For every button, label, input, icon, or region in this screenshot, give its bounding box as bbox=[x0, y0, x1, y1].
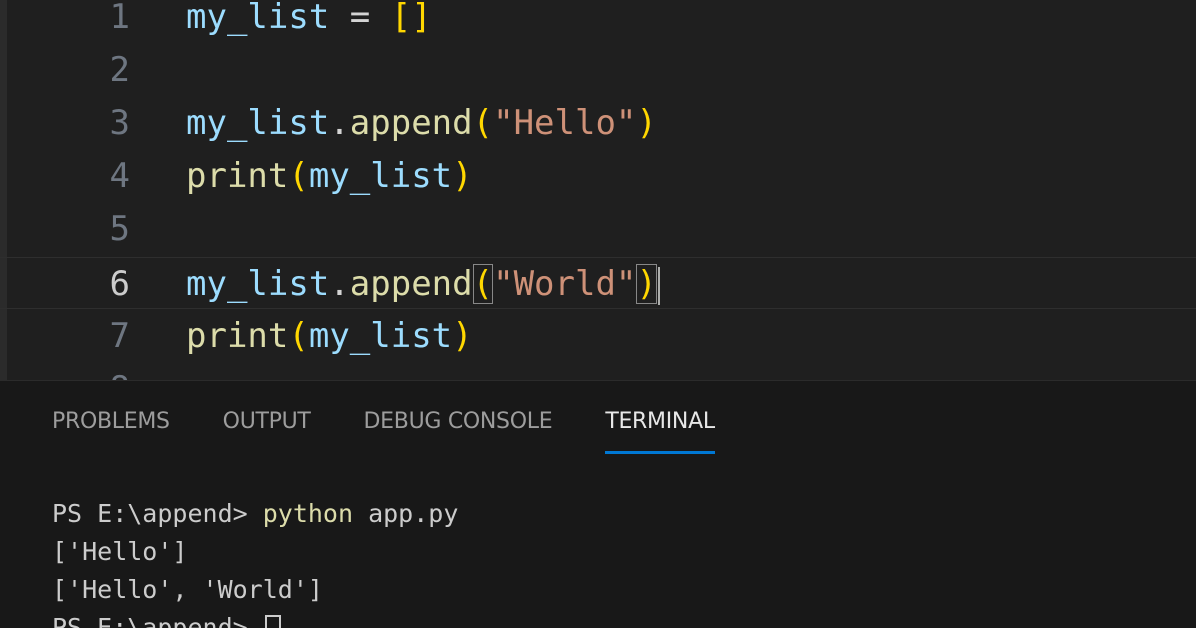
code-line[interactable]: 8 bbox=[0, 363, 1196, 380]
terminal-output-line: ['Hello'] bbox=[52, 537, 188, 566]
code-token: . bbox=[329, 264, 350, 304]
terminal-command-line: PS E:\append> python app.py bbox=[52, 495, 458, 533]
terminal-cursor bbox=[264, 615, 281, 628]
line-number: 1 bbox=[109, 0, 130, 37]
code-token: "Hello" bbox=[493, 103, 637, 143]
code-token: ) bbox=[636, 103, 657, 143]
code-text: print(my_list) bbox=[186, 310, 473, 362]
code-token: ( bbox=[472, 103, 494, 143]
code-token: print bbox=[186, 316, 289, 356]
code-line[interactable]: 6 my_list.append("World") bbox=[0, 257, 1196, 309]
code-token: append bbox=[349, 103, 473, 143]
code-token: my_list bbox=[186, 103, 330, 143]
code-line[interactable]: 7 print(my_list) bbox=[0, 310, 1196, 362]
code-token: ( bbox=[288, 316, 309, 356]
code-token: ) bbox=[452, 156, 473, 196]
code-line[interactable]: 5 bbox=[0, 203, 1196, 255]
text-cursor bbox=[657, 266, 660, 305]
terminal-prompt-line: PS E:\append> bbox=[52, 609, 458, 628]
code-token: my_list bbox=[186, 264, 330, 304]
code-token: . bbox=[329, 103, 350, 143]
code-token: ) bbox=[636, 264, 657, 304]
code-line[interactable]: 3 my_list.append("Hello") bbox=[0, 97, 1196, 149]
code-token: ) bbox=[452, 316, 473, 356]
line-number: 7 bbox=[109, 316, 130, 356]
terminal-output-line: ['Hello', 'World'] bbox=[52, 575, 323, 604]
code-token: "World" bbox=[493, 264, 637, 304]
terminal-output[interactable]: PS E:\append> python app.py ['Hello'] ['He… bbox=[52, 495, 458, 628]
terminal-prompt: PS E:\append> bbox=[52, 613, 263, 628]
code-token: print bbox=[186, 156, 289, 196]
line-number: 6 bbox=[109, 264, 130, 304]
line-number: 4 bbox=[109, 156, 130, 196]
code-line[interactable]: 4 print(my_list) bbox=[0, 150, 1196, 202]
line-number: 8 bbox=[60, 363, 130, 380]
code-text: my_list.append("Hello") bbox=[186, 97, 657, 149]
tab-output[interactable]: OUTPUT bbox=[223, 405, 311, 451]
code-token: my_list bbox=[308, 316, 453, 356]
code-line[interactable]: 1 my_list = [] bbox=[0, 0, 1196, 43]
code-token: append bbox=[349, 264, 473, 304]
tab-problems[interactable]: PROBLEMS bbox=[52, 405, 170, 451]
line-number: 3 bbox=[109, 103, 130, 143]
code-token: ( bbox=[472, 264, 494, 304]
line-number: 2 bbox=[109, 50, 130, 90]
code-editor[interactable]: 1 my_list = [] 2 3 my_list.append("Hello") 4 p… bbox=[0, 0, 1196, 380]
code-text: my_list = [] bbox=[186, 0, 432, 43]
code-line[interactable]: 2 bbox=[0, 44, 1196, 96]
bottom-panel: PROBLEMS OUTPUT DEBUG CONSOLE TERMINAL P… bbox=[0, 380, 1196, 628]
code-text: print(my_list) bbox=[186, 150, 473, 202]
terminal-prompt: PS E:\append> bbox=[52, 499, 263, 528]
terminal-command: python bbox=[262, 499, 354, 528]
code-token: ( bbox=[288, 156, 309, 196]
code-token: = bbox=[329, 0, 391, 37]
terminal-command-args: app.py bbox=[353, 499, 459, 528]
line-number: 5 bbox=[109, 209, 130, 249]
panel-tabs: PROBLEMS OUTPUT DEBUG CONSOLE TERMINAL bbox=[52, 405, 715, 454]
tab-debug-console[interactable]: DEBUG CONSOLE bbox=[364, 405, 553, 451]
tab-terminal[interactable]: TERMINAL bbox=[605, 405, 715, 454]
code-token: my_list bbox=[308, 156, 453, 196]
code-text: my_list.append("World") bbox=[186, 258, 660, 310]
code-token: my_list bbox=[186, 0, 330, 37]
code-token: [] bbox=[390, 0, 432, 37]
